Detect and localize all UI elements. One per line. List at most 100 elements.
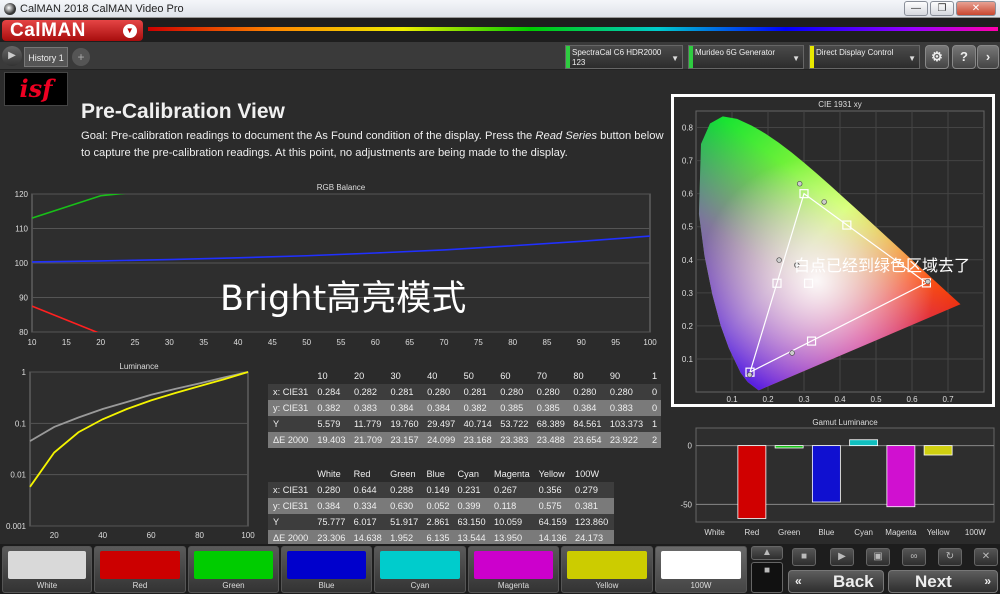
table-cell: 0.281 <box>463 387 487 397</box>
table-cell: 0.385 <box>500 403 524 413</box>
table-header: Red <box>350 466 388 482</box>
swatch-cyan[interactable]: Cyan <box>374 546 466 593</box>
play-icon[interactable]: ▶ <box>2 46 22 66</box>
minimize-button[interactable]: — <box>904 1 928 16</box>
x-tick-label: 20 <box>96 338 105 347</box>
y-tick-label: 0.6 <box>682 190 694 199</box>
chevron-down-icon: ▼ <box>792 54 800 63</box>
swatch-chip <box>100 551 180 579</box>
gear-icon[interactable]: ⚙ <box>925 45 949 69</box>
table-cell: 19.760 <box>390 419 419 429</box>
table-cell: 23.383 <box>500 435 529 445</box>
table-header: Cyan <box>454 466 491 482</box>
table-cell: 53.722 <box>500 419 529 429</box>
refresh-icon[interactable]: ↻ <box>938 548 962 566</box>
table-cell: 0.281 <box>390 387 414 397</box>
play-icon[interactable]: ▶ <box>830 548 854 566</box>
table-header <box>268 368 315 384</box>
stop-icon[interactable]: ■ <box>792 548 816 566</box>
table-cell: 51.917 <box>390 517 419 527</box>
y-tick-label: 0.7 <box>682 157 694 166</box>
table-cell: 23.168 <box>463 435 492 445</box>
table-header: 20 <box>350 368 388 384</box>
swatch-magenta[interactable]: Magenta <box>468 546 559 593</box>
x-tick-label: 15 <box>62 338 71 347</box>
row-label: x: CIE31 <box>273 485 309 495</box>
read-series-button[interactable]: ■ <box>751 562 783 593</box>
table-cell: 23.922 <box>609 435 638 445</box>
close-button[interactable]: ✕ <box>956 1 996 16</box>
table-header: Blue <box>423 466 455 482</box>
y-tick-label: 0.3 <box>682 289 694 298</box>
swatch-red[interactable]: Red <box>94 546 186 593</box>
table-cell: 23.654 <box>573 435 602 445</box>
loop-icon[interactable]: ∞ <box>902 548 926 566</box>
measured-point <box>925 278 931 285</box>
swatch-label: Magenta <box>497 581 530 590</box>
table-cell: 68.389 <box>536 419 565 429</box>
x-tick-label: 55 <box>337 338 346 347</box>
window-title: CalMAN 2018 CalMAN Video Pro <box>20 3 184 15</box>
restore-button[interactable]: ❐ <box>930 1 954 16</box>
swatch-label: Green <box>222 581 245 590</box>
status-indicator <box>689 46 693 68</box>
x-tick-label: Cyan <box>854 528 873 537</box>
table-cell: 0.356 <box>538 485 562 495</box>
chevron-right-icon[interactable]: › <box>977 45 999 69</box>
table-header: 40 <box>424 368 461 384</box>
table-cell: 0.381 <box>575 501 599 511</box>
gamut-bar-yellow <box>923 445 953 456</box>
swatch-green[interactable]: Green <box>188 546 279 593</box>
table-header: 90 <box>606 368 649 384</box>
display-device-selector[interactable]: Direct Display Control ▼ <box>809 45 920 69</box>
row-label: y: CIE31 <box>273 403 309 413</box>
window-controls: — ❐ ✕ <box>904 1 996 16</box>
swatch-white[interactable]: White <box>2 546 92 593</box>
table-cell: 2 <box>651 435 658 445</box>
x-tick-label: 30 <box>165 338 174 347</box>
x-tick-label: 0.7 <box>942 395 954 404</box>
x-tick-label: Red <box>745 528 760 537</box>
stop-read-button[interactable]: ▲ <box>751 546 783 560</box>
y-tick-label: 0.001 <box>6 522 27 531</box>
table-cell: 0.385 <box>536 403 560 413</box>
x-tick-label: 75 <box>474 338 483 347</box>
table-header: White <box>314 466 351 482</box>
tab-history-1[interactable]: History 1 <box>24 47 68 67</box>
save-icon[interactable]: ▣ <box>866 548 890 566</box>
x-tick-label: 50 <box>302 338 311 347</box>
swatch-yellow[interactable]: Yellow <box>561 546 653 593</box>
meter-device-selector[interactable]: SpectraCal C6 HDR2000 123 ▼ <box>565 45 683 69</box>
table-cell: 0.288 <box>390 485 414 495</box>
table-header: 1 <box>648 368 661 384</box>
swatch-chip <box>567 551 647 579</box>
table-header: 80 <box>570 368 607 384</box>
table-cell: 0.382 <box>463 403 487 413</box>
x-tick-label: 0.2 <box>762 395 774 404</box>
swatch-blue[interactable]: Blue <box>281 546 372 593</box>
table-cell: 75.777 <box>317 517 346 527</box>
table-header: 100W <box>572 466 614 482</box>
color-table: White Red Green Blue Cyan Magenta Yellow… <box>268 466 614 546</box>
table-cell: 0.382 <box>317 403 341 413</box>
y-tick-label: 0.1 <box>15 419 27 428</box>
gamut-bar-magenta <box>886 445 916 508</box>
table-header: Yellow <box>535 466 573 482</box>
help-icon[interactable]: ? <box>952 45 976 69</box>
grayscale-table: 10 20 30 40 50 60 70 80 90 1 x: CIE31 0.… <box>268 368 661 448</box>
calman-menu-button[interactable]: CalMAN ▼ <box>2 20 143 41</box>
table-cell: 0.280 <box>317 485 341 495</box>
swatch-100w[interactable]: 100W <box>655 546 747 593</box>
x-tick-label: 25 <box>131 338 140 347</box>
table-cell: 11.779 <box>353 419 382 429</box>
table-cell: 0.231 <box>457 485 481 495</box>
table-cell: 24.099 <box>427 435 456 445</box>
next-button[interactable]: Next » <box>888 570 998 593</box>
read-series-emphasis: Read Series <box>535 130 597 142</box>
generator-device-selector[interactable]: Murideo 6G Generator ▼ <box>688 45 804 69</box>
add-tab-button[interactable]: + <box>72 48 90 66</box>
table-cell: 0 <box>651 403 658 413</box>
back-button[interactable]: « Back <box>788 570 884 593</box>
settings-icon[interactable]: ✕ <box>974 548 998 566</box>
y-tick-label: 90 <box>19 294 28 303</box>
